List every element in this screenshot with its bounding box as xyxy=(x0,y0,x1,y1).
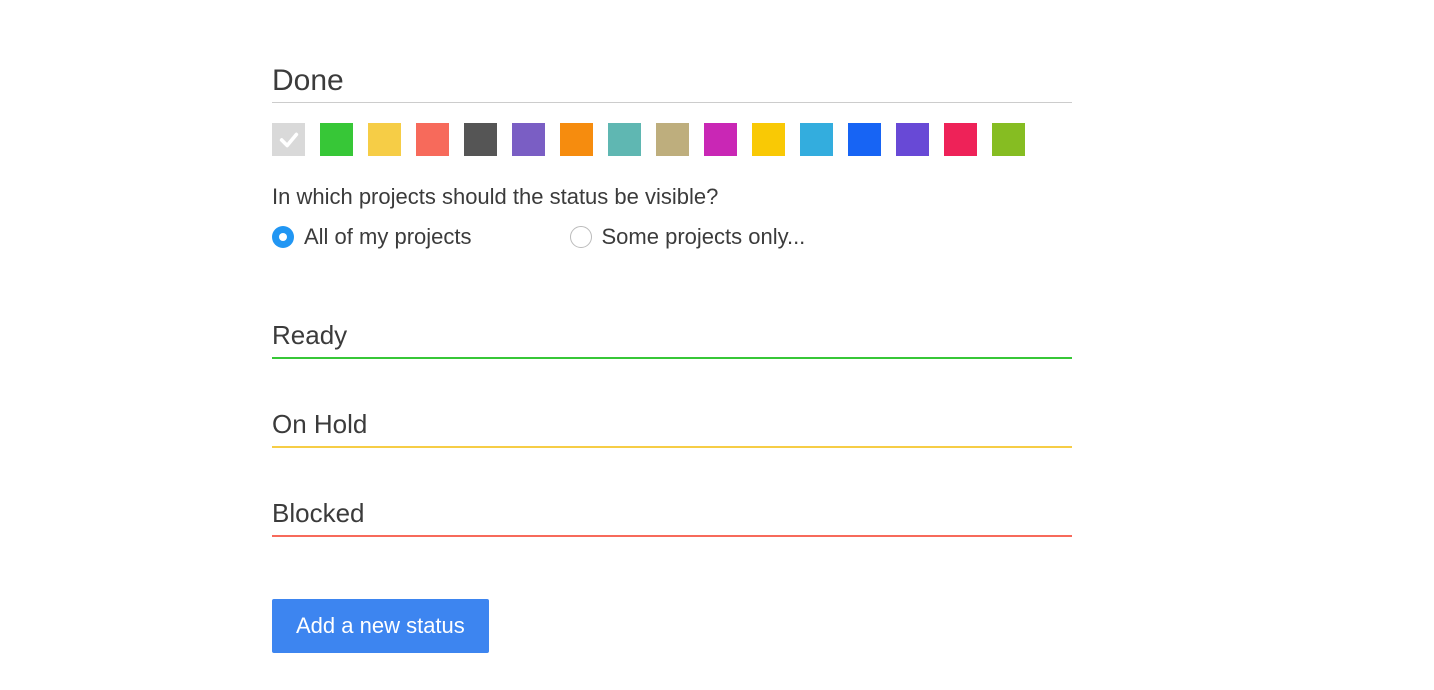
radio-button-all[interactable] xyxy=(272,226,294,248)
visibility-question: In which projects should the status be v… xyxy=(272,184,1072,210)
radio-button-some[interactable] xyxy=(570,226,592,248)
checkmark-icon xyxy=(278,129,300,151)
color-swatch-violet[interactable] xyxy=(896,123,929,156)
visibility-radio-group: All of my projects Some projects only... xyxy=(272,224,1072,250)
color-swatch-lime[interactable] xyxy=(992,123,1025,156)
color-swatch-blue[interactable] xyxy=(848,123,881,156)
color-swatch-teal[interactable] xyxy=(608,123,641,156)
status-item[interactable]: Ready xyxy=(272,314,1072,359)
color-swatch-yellow[interactable] xyxy=(368,123,401,156)
status-item[interactable]: Blocked xyxy=(272,492,1072,537)
color-swatch-coral[interactable] xyxy=(416,123,449,156)
color-swatch-purple[interactable] xyxy=(512,123,545,156)
color-swatch-magenta[interactable] xyxy=(704,123,737,156)
color-swatch-orange[interactable] xyxy=(560,123,593,156)
color-swatch-pink-red[interactable] xyxy=(944,123,977,156)
radio-label-some: Some projects only... xyxy=(602,224,806,250)
radio-option-some[interactable]: Some projects only... xyxy=(570,224,806,250)
color-swatch-tan[interactable] xyxy=(656,123,689,156)
radio-option-all[interactable]: All of my projects xyxy=(272,224,472,250)
color-swatch-none[interactable] xyxy=(272,123,305,156)
radio-label-all: All of my projects xyxy=(304,224,472,250)
add-status-button[interactable]: Add a new status xyxy=(272,599,489,653)
status-item[interactable]: On Hold xyxy=(272,403,1072,448)
color-swatch-dark-gray[interactable] xyxy=(464,123,497,156)
color-swatch-sky[interactable] xyxy=(800,123,833,156)
color-swatch-gold[interactable] xyxy=(752,123,785,156)
status-name-input[interactable] xyxy=(272,60,1072,103)
color-swatch-row xyxy=(272,123,1072,156)
color-swatch-green[interactable] xyxy=(320,123,353,156)
existing-status-list: Ready On Hold Blocked xyxy=(272,314,1072,537)
